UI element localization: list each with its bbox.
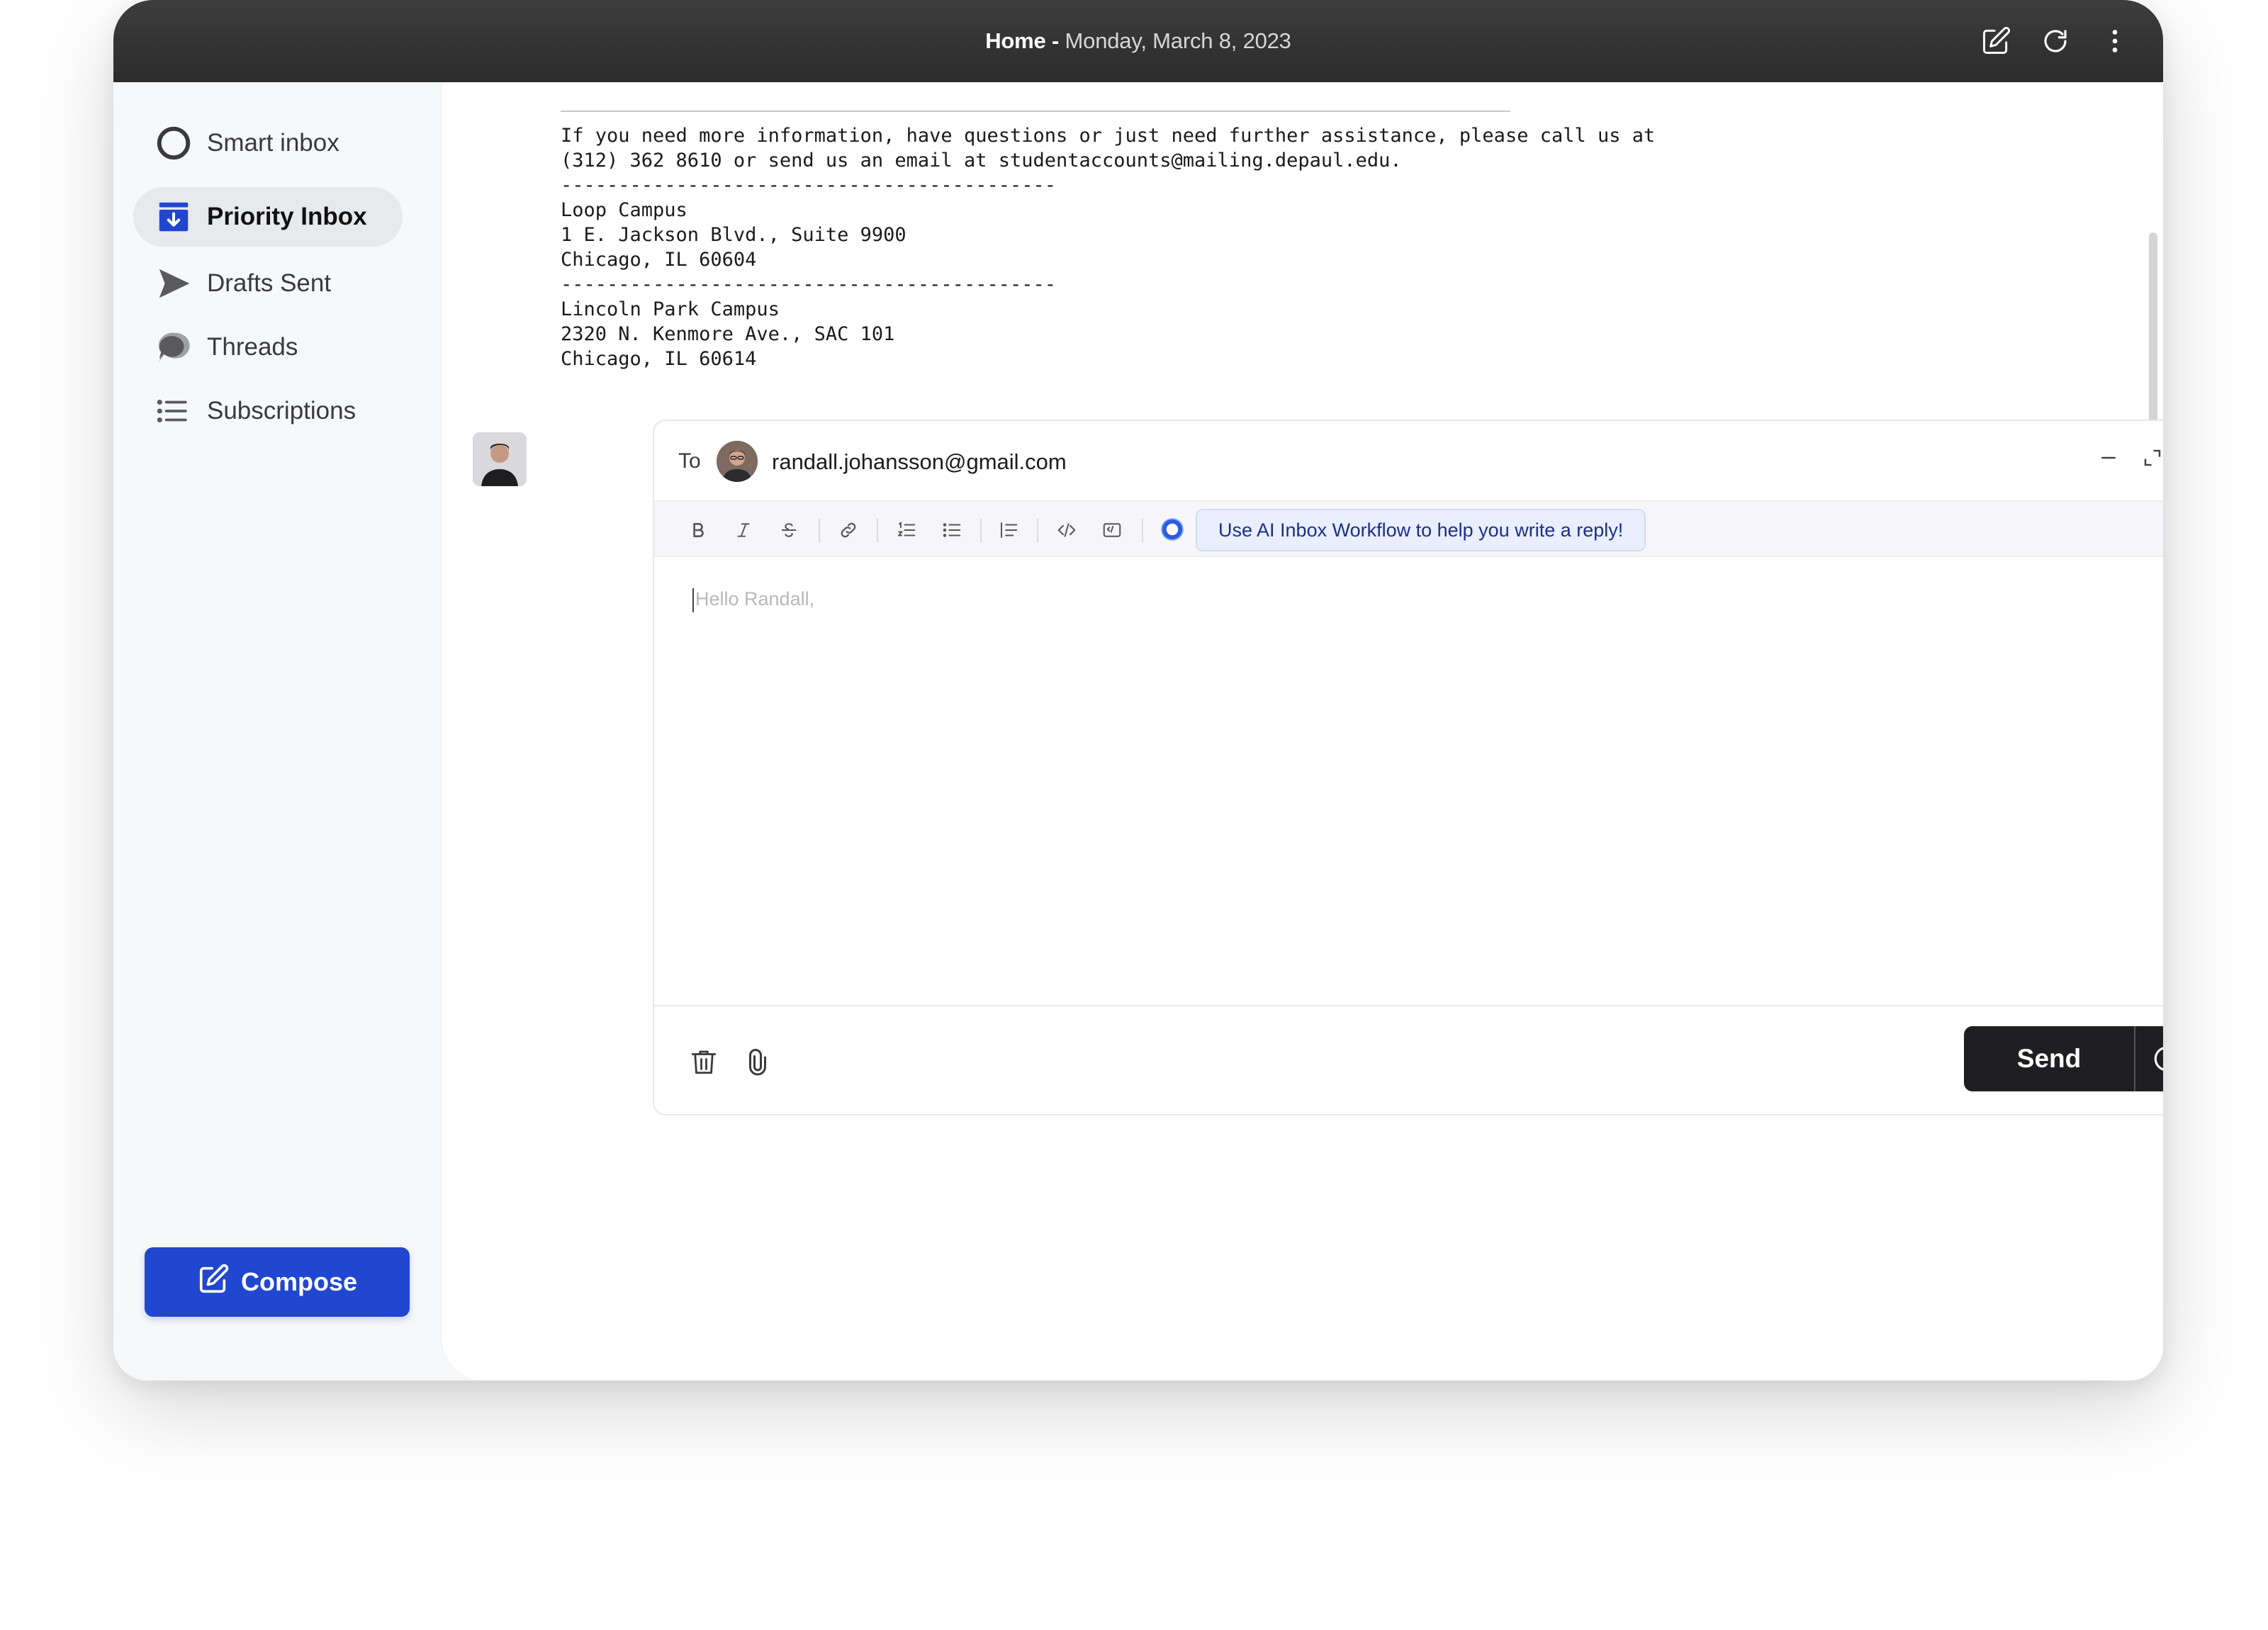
expand-icon[interactable] (2138, 444, 2163, 472)
inbox-download-icon (155, 197, 194, 237)
paperclip-icon[interactable] (738, 1042, 777, 1081)
composer-footer: Send (654, 1005, 2163, 1114)
trash-icon[interactable] (684, 1042, 724, 1081)
ai-workflow-prompt[interactable]: Use AI Inbox Workflow to help you write … (1196, 509, 1646, 551)
to-label: To (678, 449, 701, 473)
send-button[interactable]: Send (1964, 1026, 2134, 1091)
ring-icon (155, 123, 194, 163)
recipient-avatar (717, 441, 758, 482)
email-line: Chicago, IL 60604 (561, 249, 757, 271)
sidebar: Smart inbox Priority Inbox Drafts Sent T… (113, 82, 441, 1381)
sidebar-item-drafts-sent[interactable]: Drafts Sent (133, 254, 366, 313)
text-caret (692, 588, 694, 612)
minimize-icon[interactable] (2094, 444, 2123, 472)
avatar (473, 432, 527, 486)
recipient-email[interactable]: randall.johansson@gmail.com (772, 449, 1067, 475)
sidebar-item-label: Subscriptions (207, 397, 357, 425)
code-block-icon[interactable] (1098, 517, 1126, 543)
compose-label: Compose (240, 1267, 358, 1296)
sidebar-item-label: Priority Inbox (207, 203, 367, 230)
send-icon (155, 264, 194, 303)
list-icon (155, 391, 194, 431)
email-line: ----------------------------------------… (561, 174, 1056, 196)
send-group: Send (1964, 1026, 2163, 1091)
email-line: ----------------------------------------… (561, 274, 1056, 296)
app-window: Home - Monday, March 8, 2023 Smart inbox (113, 0, 2163, 1381)
message-editor[interactable]: Hello Randall, (692, 588, 814, 612)
email-line: If you need more information, have quest… (561, 125, 1656, 147)
sidebar-item-label: Threads (207, 333, 298, 361)
bullet-list-icon[interactable] (938, 517, 966, 543)
email-line: Loop Campus (561, 199, 687, 221)
title-bar: Home - Monday, March 8, 2023 (113, 0, 2163, 82)
title-home: Home - (985, 28, 1060, 53)
strikethrough-icon[interactable] (775, 517, 803, 543)
sidebar-item-threads[interactable]: Threads (133, 317, 333, 377)
chat-bubbles-icon (155, 327, 194, 367)
formatting-toolbar: Use AI Inbox Workflow to help you write … (654, 502, 2163, 557)
reply-composer: To randall.johansson@gmail.com Use AI In… (653, 420, 2163, 1115)
clock-icon[interactable] (2135, 1026, 2163, 1091)
sidebar-item-label: Drafts Sent (207, 269, 332, 297)
recipient-row: To randall.johansson@gmail.com (654, 421, 2163, 502)
email-line: Chicago, IL 60614 (561, 348, 757, 370)
window-title: Home - Monday, March 8, 2023 (113, 28, 2163, 54)
italic-icon[interactable] (729, 517, 758, 543)
email-body: If you need more information, have quest… (561, 111, 1656, 371)
compose-button[interactable]: Compose (145, 1247, 410, 1317)
editor-placeholder: Hello Randall, (695, 588, 815, 610)
ai-icon[interactable] (1159, 516, 1186, 543)
title-date: Monday, March 8, 2023 (1065, 28, 1291, 53)
email-line: 1 E. Jackson Blvd., Suite 9900 (561, 224, 906, 246)
compose-icon (197, 1263, 230, 1302)
email-line: Lincoln Park Campus (561, 298, 780, 320)
bold-icon[interactable] (684, 517, 712, 543)
link-icon[interactable] (834, 517, 863, 543)
divider (561, 111, 1510, 112)
ordered-list-icon[interactable] (892, 517, 921, 543)
more-vertical-icon[interactable] (2098, 24, 2132, 58)
email-line: (312) 362 8610 or send us an email at st… (561, 150, 1402, 172)
sidebar-item-smart-inbox[interactable]: Smart inbox (133, 113, 375, 173)
edit-icon[interactable] (1979, 24, 2013, 58)
blockquote-icon[interactable] (994, 517, 1023, 543)
sidebar-item-label: Smart inbox (207, 129, 339, 157)
code-icon[interactable] (1052, 517, 1081, 543)
sidebar-item-priority-inbox[interactable]: Priority Inbox (133, 187, 403, 247)
refresh-icon[interactable] (2038, 24, 2072, 58)
main-pane: If you need more information, have quest… (441, 82, 2163, 1381)
sidebar-item-subscriptions[interactable]: Subscriptions (133, 381, 391, 441)
email-line: 2320 N. Kenmore Ave., SAC 101 (561, 323, 895, 345)
